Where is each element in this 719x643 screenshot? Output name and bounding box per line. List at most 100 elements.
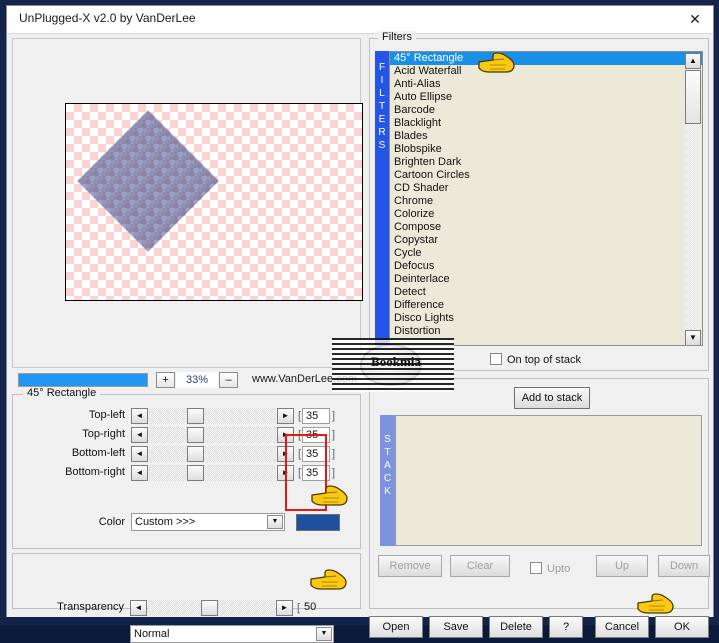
filter-item-15[interactable]: Cycle [390,247,702,260]
param-row-top-left: Top-left ◄ ► [ 35 ] [13,408,362,425]
close-icon[interactable]: ✕ [685,10,705,28]
color-dropdown[interactable]: Custom >>> ▼ [131,513,285,531]
filter-item-14[interactable]: Copystar [390,234,702,247]
slider-thumb[interactable] [187,465,204,481]
chevron-down-icon[interactable]: ▼ [267,515,283,529]
filter-item-20[interactable]: Disco Lights [390,312,702,325]
clear-button[interactable]: Clear [450,555,510,577]
slider-increment-icon[interactable]: ► [276,600,293,616]
open-button[interactable]: Open [369,616,423,638]
color-swatch-button[interactable] [296,514,340,531]
bracket-left: [ [298,429,302,441]
slider-track[interactable] [149,446,276,462]
param-slider[interactable]: ◄ ► [131,408,294,424]
filter-item-11[interactable]: Chrome [390,195,702,208]
color-dropdown-value: Custom >>> [135,516,196,528]
upto-checkbox[interactable] [530,562,542,574]
param-row-top-right: Top-right ◄ ► [ 35 ] [13,427,362,444]
filter-item-18[interactable]: Detect [390,286,702,299]
color-row: Color Custom >>> ▼ [13,513,362,533]
param-label: Bottom-right [65,466,125,478]
param-value-input[interactable]: 35 [302,427,330,443]
slider-track[interactable] [149,465,276,481]
slider-increment-icon[interactable]: ► [277,465,294,481]
bracket-left: [ [298,467,302,479]
filter-item-0[interactable]: 45° Rectangle [390,52,702,65]
filters-sidebar-label: FILTERS [375,51,389,346]
scrollbar-thumb[interactable] [685,70,701,124]
filters-scrollbar[interactable]: ▲ ▼ [685,53,701,345]
transparency-slider[interactable]: ◄ ► [130,600,293,616]
filters-group-legend: Filters [378,31,416,43]
filter-item-8[interactable]: Brighten Dark [390,156,702,169]
filter-item-3[interactable]: Auto Ellipse [390,91,702,104]
window-title: UnPlugged-X v2.0 by VanDerLee [19,11,196,25]
transparency-label: Transparency [57,601,124,613]
down-button[interactable]: Down [658,555,710,577]
transparency-value-input[interactable]: 50 [301,600,329,616]
upto-label: Upto [547,563,571,575]
param-slider[interactable]: ◄ ► [131,465,294,481]
scroll-down-icon[interactable]: ▼ [685,330,701,345]
zoom-out-button[interactable]: – [219,372,238,388]
help-button[interactable]: ? [549,616,583,638]
filter-item-7[interactable]: Blobspike [390,143,702,156]
filters-group: Filters FILTERS 45° Rectangle Acid Water… [369,31,709,371]
slider-thumb[interactable] [187,446,204,462]
ok-button[interactable]: OK [655,616,709,638]
slider-thumb[interactable] [201,600,218,616]
filters-listbox[interactable]: 45° Rectangle Acid Waterfall Anti-Alias … [389,51,703,346]
slider-increment-icon[interactable]: ► [277,446,294,462]
filter-item-1[interactable]: Acid Waterfall [390,65,702,78]
filter-item-10[interactable]: CD Shader [390,182,702,195]
on-top-of-stack-checkbox[interactable] [490,353,502,365]
param-value-input[interactable]: 35 [302,408,330,424]
slider-thumb[interactable] [187,408,204,424]
bracket-left: [ [297,602,301,614]
preview-canvas[interactable] [65,103,363,301]
add-to-stack-button[interactable]: Add to stack [514,387,590,409]
slider-track[interactable] [149,408,276,424]
filter-item-9[interactable]: Cartoon Circles [390,169,702,182]
param-slider[interactable]: ◄ ► [131,427,294,443]
remove-button[interactable]: Remove [378,555,442,577]
bracket-left: [ [298,410,302,422]
filter-item-5[interactable]: Blacklight [390,117,702,130]
slider-decrement-icon[interactable]: ◄ [131,427,148,443]
param-value-input[interactable]: 35 [302,465,330,481]
param-value-input[interactable]: 35 [302,446,330,462]
zoom-in-button[interactable]: + [156,372,175,388]
stack-listbox[interactable] [395,415,702,546]
filter-item-13[interactable]: Compose [390,221,702,234]
up-button[interactable]: Up [596,555,648,577]
slider-thumb[interactable] [187,427,204,443]
slider-increment-icon[interactable]: ► [277,408,294,424]
cancel-button[interactable]: Cancel [595,616,649,638]
filter-item-6[interactable]: Blades [390,130,702,143]
dialog-button-bar: Open Save Delete ? Cancel OK [369,616,709,642]
delete-button[interactable]: Delete [489,616,543,638]
param-slider[interactable]: ◄ ► [131,446,294,462]
save-button[interactable]: Save [429,616,483,638]
stack-sidebar-label: STACK [380,415,395,546]
slider-decrement-icon[interactable]: ◄ [130,600,147,616]
blend-mode-dropdown[interactable]: Normal ▼ [130,625,334,643]
filter-item-19[interactable]: Difference [390,299,702,312]
slider-decrement-icon[interactable]: ◄ [131,465,148,481]
filter-item-12[interactable]: Colorize [390,208,702,221]
slider-track[interactable] [149,427,276,443]
slider-increment-icon[interactable]: ► [277,427,294,443]
slider-decrement-icon[interactable]: ◄ [131,446,148,462]
stack-list-wrapper: STACK [380,415,702,546]
filter-item-21[interactable]: Distortion [390,325,702,338]
filter-item-16[interactable]: Defocus [390,260,702,273]
slider-decrement-icon[interactable]: ◄ [131,408,148,424]
parameters-group-legend: 45° Rectangle [23,387,101,399]
param-label: Top-right [82,428,125,440]
filter-item-4[interactable]: Barcode [390,104,702,117]
chevron-down-icon[interactable]: ▼ [316,627,332,641]
filter-item-17[interactable]: Deinterlace [390,273,702,286]
bracket-right: ] [332,429,336,441]
scroll-up-icon[interactable]: ▲ [685,53,701,69]
filter-item-2[interactable]: Anti-Alias [390,78,702,91]
